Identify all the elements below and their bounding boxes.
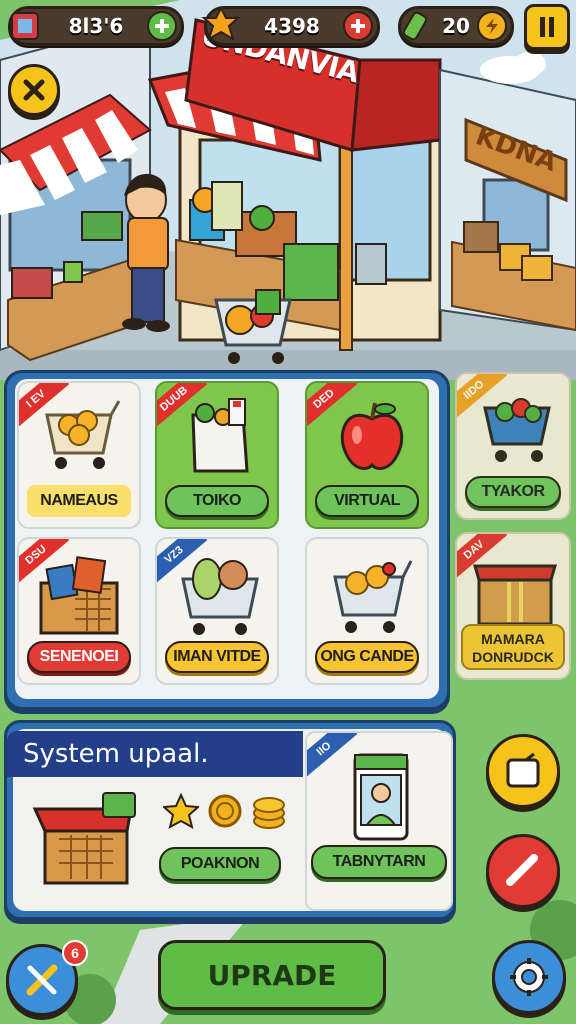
pause-button[interactable] [524,4,570,50]
energy-value: 20 [442,14,470,38]
edit-button[interactable] [486,834,560,908]
system-update-panel: System upaal. POAKNON IIO TABNYTARN [4,720,456,920]
add-energy-button[interactable] [477,11,507,41]
profile-card[interactable]: IIO TABNYTARN [305,731,453,911]
item-label-line1: MAMARA [481,631,545,647]
item-button[interactable]: IMAN VITDE [165,641,269,673]
card-button[interactable]: TABNYTARN [311,845,447,879]
shop-item-card[interactable]: DED VIRTUAL [305,381,429,529]
pause-icon [540,17,554,37]
close-button[interactable] [8,64,60,116]
shop-item-card[interactable]: IIDO TYAKOR [455,372,571,520]
gems-value: 4398 [264,14,320,38]
coin-stack-icon [253,797,285,829]
upgrade-label: UPRADE [207,958,337,992]
item-label: NAMEAUS [27,485,131,517]
plus-icon [155,19,169,33]
shop-item-card[interactable]: DUUB TOIKO [155,381,279,529]
shop-items-grid: I EV NAMEAUS DUUB TOIKO DED VIRTUAL DSU … [15,379,439,699]
gems-counter: 4398 [201,6,380,46]
side-items-column: IIDO TYAKOR DAV MAMARA DONRUDCK [455,372,575,690]
item-button[interactable]: MAMARA DONRUDCK [461,624,565,670]
shop-item-card[interactable]: ONG CANDE [305,537,429,685]
upgrade-button[interactable]: UPRADE [158,940,386,1010]
notification-badge: 6 [62,940,88,966]
crate-icon [473,564,557,626]
settings-button[interactable] [492,940,566,1014]
shop-items-panel: I EV NAMEAUS DUUB TOIKO DED VIRTUAL DSU … [4,370,450,710]
item-button[interactable]: VIRTUAL [315,485,419,517]
close-icon [23,79,45,101]
shop-item-card[interactable]: I EV NAMEAUS [17,381,141,529]
item-label-line2: DONRUDCK [472,649,554,665]
lightning-icon [486,18,498,34]
add-gems-button[interactable] [343,11,373,41]
energy-icon [395,6,435,46]
reward-button[interactable]: POAKNON [159,847,281,881]
profile-pack-icon [353,753,409,841]
energy-counter: 20 [398,6,514,46]
clipboard-button[interactable] [486,734,560,808]
grocery-bag-icon [191,398,249,473]
cash-icon [5,6,45,46]
system-update-body: System upaal. POAKNON IIO TABNYTARN [7,729,453,911]
item-button[interactable]: SENENOEI [27,641,131,673]
shop-item-card[interactable]: DSU SENENOEI [17,537,141,685]
item-button[interactable]: TOIKO [165,485,269,517]
add-cash-button[interactable] [147,11,177,41]
shopping-cart-icon [333,560,413,633]
update-title: System upaal. [23,739,209,769]
pencil-icon [506,854,538,886]
badge-count: 6 [71,945,79,961]
card-tag: IIO [307,733,358,780]
shopping-cart-icon [181,558,259,635]
clipboard-icon [506,752,540,788]
shop-item-card[interactable]: VZ3 IMAN VITDE [155,537,279,685]
settings-icon [510,958,548,996]
cash-value: 8l3'6 [68,14,124,38]
update-title-banner: System upaal. [7,731,303,777]
gem-icon [201,6,241,46]
shopping-cart-icon [45,400,121,469]
apple-icon [340,402,404,470]
plus-icon [351,19,365,33]
coin-icon [208,794,242,828]
item-button[interactable]: ONG CANDE [315,641,419,673]
shop-item-card[interactable]: DAV MAMARA DONRUDCK [455,532,571,680]
cash-counter: 8l3'6 [8,6,184,46]
reward-crate-icon [32,792,136,885]
crate-icon [39,556,119,635]
shopping-cart-icon [483,398,551,462]
item-button[interactable]: TYAKOR [465,476,561,508]
tools-icon [26,964,58,996]
star-icon [163,793,199,829]
